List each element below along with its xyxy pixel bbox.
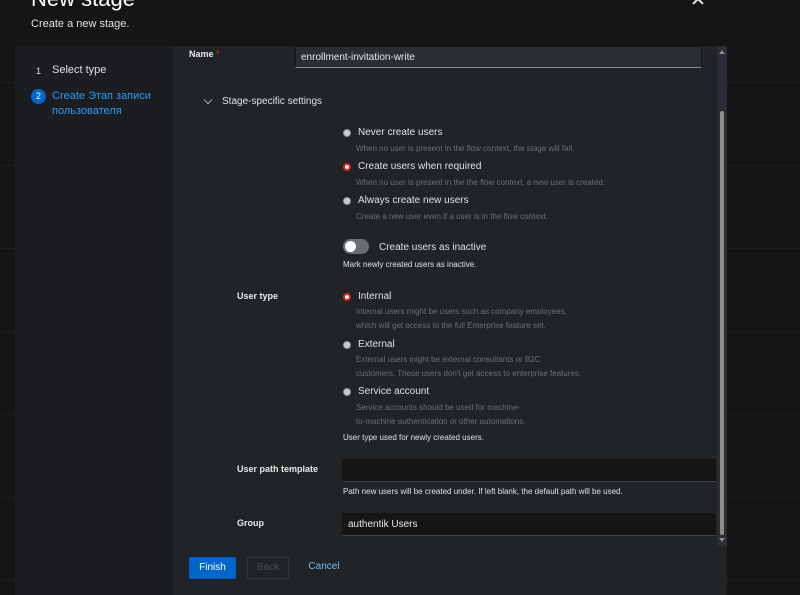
user-path-help: Path new users will be created under. If…: [343, 487, 623, 496]
finish-button[interactable]: Finish: [189, 557, 236, 579]
back-button[interactable]: Back: [247, 557, 289, 579]
required-marker: *: [216, 49, 220, 59]
wizard-nav: 1 Select type 2 Create Этап записи польз…: [15, 46, 173, 595]
modal-footer: Finish Back Cancel: [173, 546, 727, 595]
switch-help: Mark newly created users as inactive.: [343, 260, 477, 269]
group-label: Group: [237, 518, 264, 528]
radio-internal[interactable]: Internal: [343, 291, 391, 302]
radio-icon: [343, 128, 351, 137]
radio-checked-icon: [343, 292, 351, 301]
radio-help: to-machine authentication or other autom…: [356, 417, 526, 426]
new-stage-modal: New stage Create a new stage. 1 Select t…: [15, 0, 727, 595]
modal-header: New stage Create a new stage.: [15, 0, 727, 46]
radio-icon: [343, 196, 351, 205]
modal-description: Create a new stage.: [31, 18, 130, 30]
nav-step-create[interactable]: 2 Create Этап записи пользователя: [31, 89, 166, 119]
user-path-label: User path template: [237, 464, 319, 474]
radio-help: Internal users might be users such as co…: [356, 307, 567, 316]
scroll-thumb[interactable]: [720, 111, 724, 535]
radio-help: Create a new user even if a user is in t…: [356, 212, 549, 221]
cancel-button[interactable]: Cancel: [301, 557, 347, 579]
group-select[interactable]: authentik Users: [342, 513, 716, 536]
radio-help: customers. These users don't get access …: [356, 369, 582, 378]
scroll-up-icon[interactable]: [719, 50, 725, 54]
chevron-down-icon: [203, 95, 213, 105]
form-scrollbar[interactable]: [717, 46, 727, 546]
switch-label: Create users as inactive: [379, 242, 487, 253]
step-label: Create Этап записи пользователя: [52, 90, 151, 117]
radio-create-when-required[interactable]: Create users when required: [343, 161, 481, 172]
user-path-input[interactable]: [342, 459, 716, 482]
radio-icon: [343, 387, 351, 396]
radio-checked-icon: [343, 162, 351, 171]
radio-help: External users might be external consult…: [356, 355, 541, 364]
radio-help: When no user is present in the flow cont…: [356, 144, 575, 153]
radio-help: When no user is present in the the flow …: [356, 178, 606, 187]
name-input[interactable]: enrollment-invitation-write: [295, 46, 702, 68]
radio-service-account[interactable]: Service account: [343, 386, 429, 397]
name-label: Name *: [189, 49, 220, 59]
radio-icon: [343, 340, 351, 349]
step-number: 1: [35, 66, 41, 76]
close-icon[interactable]: [691, 0, 705, 6]
radio-never-create[interactable]: Never create users: [343, 127, 442, 138]
radio-external[interactable]: External: [343, 339, 395, 350]
user-type-help: User type used for newly created users.: [343, 433, 484, 442]
scroll-down-icon[interactable]: [719, 538, 725, 542]
radio-label: Create users when required: [358, 161, 482, 172]
step-number: 2: [31, 89, 46, 104]
form-body: Name * enrollment-invitation-write Stage…: [189, 46, 727, 546]
user-type-label: User type: [237, 291, 279, 301]
inactive-toggle-switch[interactable]: [343, 239, 369, 254]
name-label-text: Name: [189, 49, 214, 59]
section-title: Stage-specific settings: [222, 96, 323, 107]
step-label: Select type: [52, 64, 107, 76]
radio-always-create[interactable]: Always create new users: [343, 195, 469, 206]
radio-label: Always create new users: [358, 195, 469, 206]
nav-step-select-type[interactable]: 1 Select type: [31, 64, 106, 79]
radio-label: Service account: [358, 386, 430, 397]
radio-label: Internal: [358, 291, 392, 302]
radio-label: Never create users: [358, 127, 443, 138]
radio-help: which will get access to the full Enterp…: [356, 321, 546, 330]
radio-help: Service accounts should be used for mach…: [356, 403, 521, 412]
modal-title: New stage: [31, 0, 135, 12]
stage-settings-toggle[interactable]: Stage-specific settings: [203, 95, 323, 107]
radio-label: External: [358, 339, 395, 350]
